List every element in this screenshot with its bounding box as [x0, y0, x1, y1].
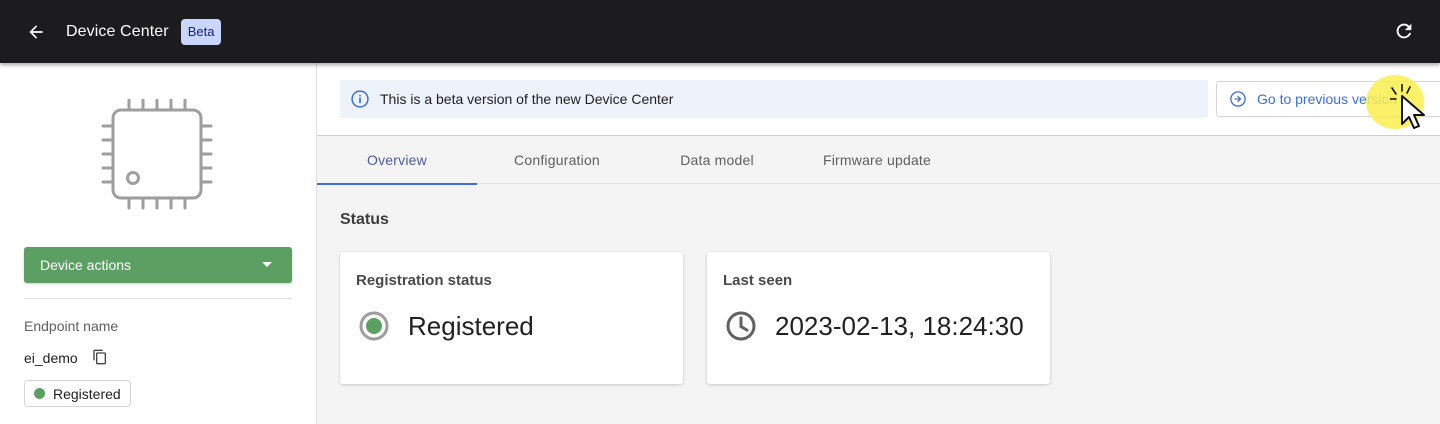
main-content: This is a beta version of the new Device…: [317, 63, 1440, 424]
clock-icon: [726, 311, 756, 341]
banner-area: This is a beta version of the new Device…: [317, 63, 1440, 136]
beta-info-text: This is a beta version of the new Device…: [380, 91, 674, 107]
endpoint-name-label: Endpoint name: [24, 318, 119, 334]
last-seen-card: Last seen 2023-02-13, 18:24:30: [707, 252, 1050, 384]
endpoint-name-value: ei_demo: [24, 350, 78, 366]
device-actions-button[interactable]: Device actions: [24, 247, 292, 283]
registration-status-value: Registered: [408, 311, 534, 341]
arrow-left-icon: [29, 24, 43, 39]
back-button[interactable]: [18, 14, 54, 50]
copy-icon: [93, 349, 106, 365]
device-tabs: Overview Configuration Data model Firmwa…: [317, 136, 1440, 185]
tab-configuration[interactable]: Configuration: [477, 136, 637, 184]
status-section-title: Status: [340, 211, 389, 228]
refresh-button[interactable]: [1390, 17, 1418, 45]
info-icon: [350, 89, 370, 109]
tab-overview[interactable]: Overview: [317, 136, 477, 185]
arrow-right-circle-icon: [1230, 91, 1246, 107]
refresh-icon: [1396, 23, 1412, 39]
copy-endpoint-button[interactable]: [90, 347, 110, 367]
device-actions-label: Device actions: [40, 257, 132, 273]
tab-firmware-update[interactable]: Firmware update: [797, 136, 957, 184]
sidebar-divider: [24, 298, 292, 299]
tab-data-model[interactable]: Data model: [637, 136, 797, 184]
device-sidebar: Device actions Endpoint name ei_demo Reg…: [0, 63, 317, 424]
mouse-pointer-icon: [1390, 84, 1425, 129]
caret-down-icon: [262, 262, 272, 267]
registration-status-chip: Registered: [24, 380, 131, 407]
registration-status-chip-label: Registered: [53, 385, 121, 402]
beta-info-banner: This is a beta version of the new Device…: [340, 80, 1208, 118]
last-seen-value: 2023-02-13, 18:24:30: [775, 311, 1024, 341]
radio-checked-icon: [359, 311, 389, 341]
registration-status-card-title: Registration status: [356, 272, 492, 289]
registration-status-card: Registration status Registered: [340, 252, 683, 384]
top-app-bar: Device Center Beta: [0, 0, 1440, 63]
beta-badge: Beta: [180, 18, 222, 45]
chip-icon: [101, 99, 213, 210]
app-title: Device Center: [66, 22, 169, 40]
status-dot-icon: [34, 388, 45, 399]
last-seen-card-title: Last seen: [723, 272, 793, 289]
